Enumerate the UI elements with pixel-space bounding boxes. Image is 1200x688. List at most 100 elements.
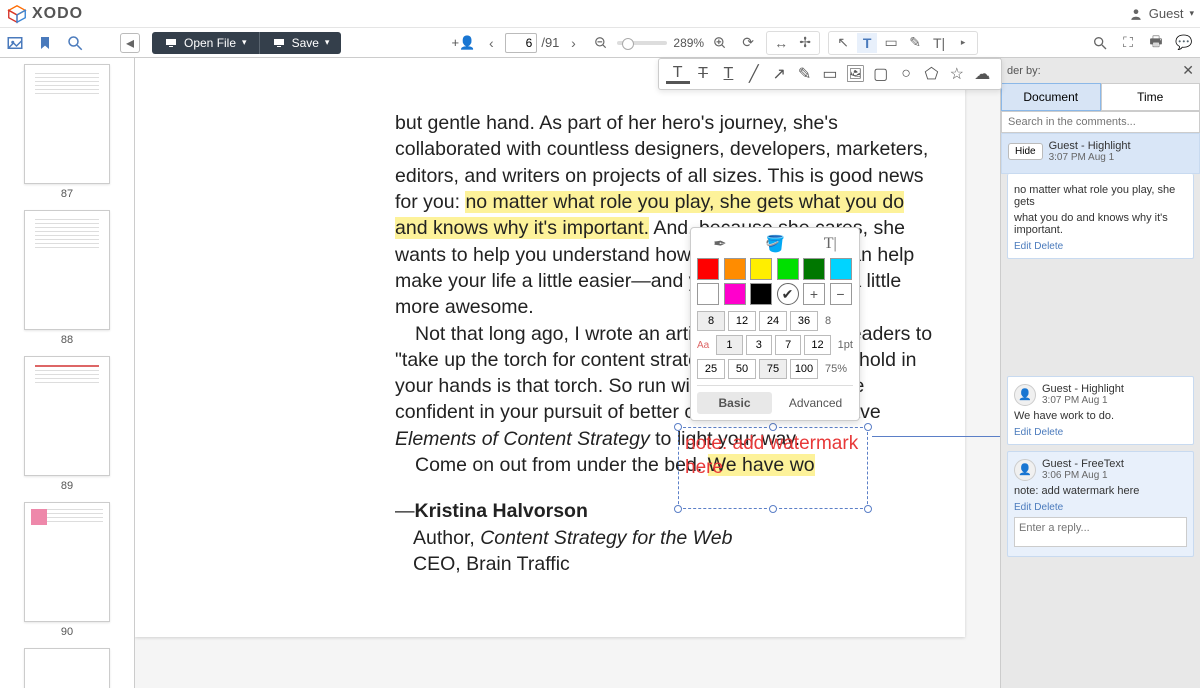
add-color[interactable]: + (803, 283, 825, 305)
reply-input[interactable] (1014, 517, 1187, 547)
strikeout-icon[interactable]: T (691, 64, 715, 84)
rectangle-icon[interactable]: ▢ (869, 64, 893, 84)
cloud-icon[interactable]: ☁ (970, 64, 994, 84)
open-file-button[interactable]: Open File ▾ (152, 32, 260, 54)
view-tools: ↔ ✢ (766, 31, 820, 55)
freetext-annotation[interactable]: note: add watermark here (678, 427, 868, 509)
resize-handle[interactable] (674, 423, 682, 431)
circle-icon[interactable]: ○ (894, 64, 918, 84)
bookmark-icon[interactable] (36, 34, 54, 52)
resize-handle[interactable] (769, 505, 777, 513)
star-icon[interactable]: ☆ (945, 64, 969, 84)
opacity-opt[interactable]: 50 (728, 359, 756, 379)
tab-document[interactable]: Document (1001, 83, 1101, 111)
opacity-opt[interactable]: 100 (790, 359, 818, 379)
zoom-in-icon[interactable] (710, 33, 730, 53)
advanced-tab[interactable]: Advanced (778, 392, 853, 414)
image-icon[interactable] (6, 34, 24, 52)
delete-link[interactable]: Delete (1034, 427, 1063, 438)
edit-link[interactable]: Edit (1014, 427, 1031, 438)
next-page-button[interactable]: › (563, 33, 583, 53)
search-doc-icon[interactable] (1090, 33, 1110, 53)
color-orange[interactable] (724, 258, 746, 280)
resize-handle[interactable] (864, 505, 872, 513)
tab-time[interactable]: Time (1101, 83, 1200, 111)
opacity-opt[interactable]: 25 (697, 359, 725, 379)
add-user-icon[interactable]: +👤 (453, 33, 473, 53)
color-cyan[interactable] (830, 258, 852, 280)
text-tool-icon[interactable]: T (857, 33, 877, 53)
fill-style-icon[interactable]: 🪣 (765, 234, 785, 254)
pen-tool-icon[interactable]: ✎ (905, 33, 925, 53)
fullscreen-icon[interactable]: ⛶ (1118, 33, 1138, 53)
color-lime[interactable] (777, 258, 799, 280)
zoom-out-icon[interactable] (591, 33, 611, 53)
stroke-opt[interactable]: 12 (804, 335, 830, 355)
font-size-opt[interactable]: 36 (790, 311, 818, 331)
line-icon[interactable]: ╱ (742, 64, 766, 84)
hide-button[interactable]: Hide (1008, 143, 1043, 160)
save-button[interactable]: Save ▾ (260, 32, 342, 54)
color-yellow[interactable] (750, 258, 772, 280)
underline-icon[interactable]: T (716, 64, 740, 84)
thumbnail[interactable]: 91 (0, 648, 134, 688)
search-icon[interactable] (66, 34, 84, 52)
thumbnail[interactable]: 87 (0, 64, 134, 200)
note-icon[interactable]: ▭ (818, 64, 842, 84)
comment-card[interactable]: Hide Guest - Highlight 3:07 PM Aug 1 (1001, 133, 1200, 174)
more-tools-icon[interactable]: ▸ (953, 33, 973, 53)
color-white[interactable] (697, 283, 719, 305)
text-style-icon[interactable]: T| (824, 235, 837, 253)
delete-link[interactable]: Delete (1034, 241, 1063, 252)
user-menu[interactable]: Guest ▾ (1129, 6, 1194, 21)
print-icon[interactable]: 🖶 (1146, 33, 1166, 53)
color-magenta[interactable] (724, 283, 746, 305)
prev-page-button[interactable]: ‹ (481, 33, 501, 53)
no-color[interactable]: ✔ (777, 283, 799, 305)
comment-tool-icon[interactable]: ▭ (881, 33, 901, 53)
color-green[interactable] (803, 258, 825, 280)
font-size-opt[interactable]: 8 (697, 311, 725, 331)
stroke-opt[interactable]: 7 (775, 335, 801, 355)
font-size-opt[interactable]: 24 (759, 311, 787, 331)
close-icon[interactable]: ✕ (1182, 62, 1194, 79)
pan-icon[interactable]: ✢ (795, 33, 815, 53)
page-total: /91 (541, 35, 559, 50)
comment-card[interactable]: 👤 Guest - FreeText 3:06 PM Aug 1 note: a… (1007, 451, 1194, 557)
font-size-opt[interactable]: 12 (728, 311, 756, 331)
signature-icon[interactable]: ✎ (793, 64, 817, 84)
basic-tab[interactable]: Basic (697, 392, 772, 414)
stroke-opt[interactable]: 1 (716, 335, 742, 355)
zoom-slider[interactable] (617, 41, 667, 45)
resize-handle[interactable] (674, 505, 682, 513)
rotate-icon[interactable]: ⟳ (738, 33, 758, 53)
thumbnail[interactable]: 88 (0, 210, 134, 346)
collapse-sidebar-button[interactable]: ◂ (120, 33, 140, 53)
color-red[interactable] (697, 258, 719, 280)
thumbnail[interactable]: 89 (0, 356, 134, 492)
highlight-icon[interactable]: T (666, 64, 690, 84)
resize-handle[interactable] (864, 423, 872, 431)
chat-icon[interactable]: 💬 (1174, 33, 1194, 53)
comments-search-input[interactable] (1001, 111, 1200, 133)
arrows-h-icon[interactable]: ↔ (771, 33, 791, 53)
stroke-opt[interactable]: 3 (746, 335, 772, 355)
opacity-opt[interactable]: 75 (759, 359, 787, 379)
freetext-tool-icon[interactable]: T| (929, 33, 949, 53)
resize-handle[interactable] (769, 423, 777, 431)
delete-link[interactable]: Delete (1034, 502, 1063, 513)
polygon-icon[interactable]: ⬠ (919, 64, 943, 84)
document-viewport[interactable]: but gentle hand. As part of her hero's j… (135, 58, 1000, 688)
pen-style-icon[interactable]: ✒ (713, 234, 726, 254)
thumbnail[interactable]: 90 (0, 502, 134, 638)
chevron-down-icon: ▾ (1189, 8, 1194, 19)
arrow-icon[interactable]: ↗ (767, 64, 791, 84)
color-black[interactable] (750, 283, 772, 305)
remove-color[interactable]: − (830, 283, 852, 305)
cursor-icon[interactable]: ↖ (833, 33, 853, 53)
comment-card[interactable]: 👤 Guest - Highlight 3:07 PM Aug 1 We hav… (1007, 376, 1194, 445)
page-number-input[interactable] (505, 33, 537, 53)
image-annot-icon[interactable]: 🖼 (843, 64, 867, 84)
edit-link[interactable]: Edit (1014, 241, 1031, 252)
edit-link[interactable]: Edit (1014, 502, 1031, 513)
